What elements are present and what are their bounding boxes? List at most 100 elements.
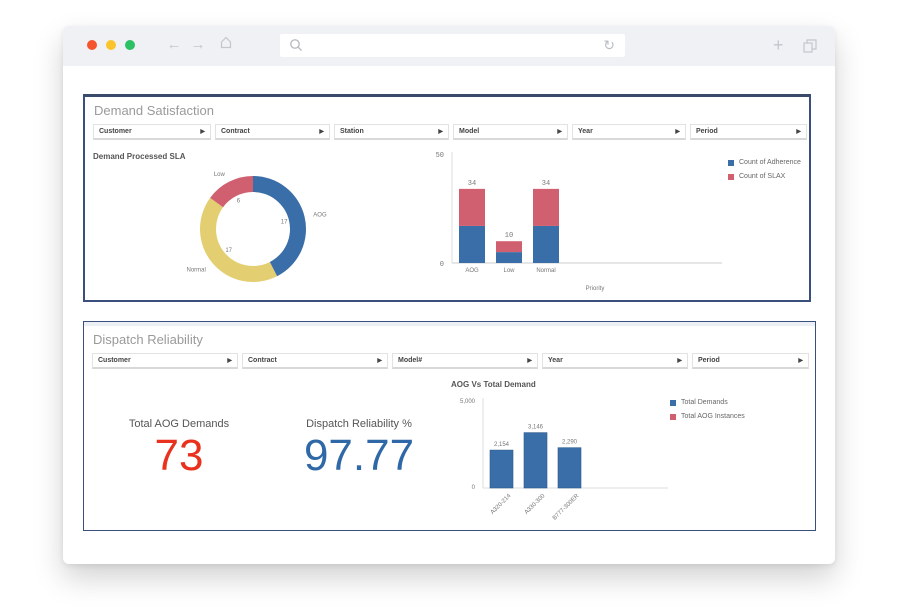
bar-value-label: 2,154 — [494, 442, 510, 448]
x-tick-label: A330-300 — [524, 493, 547, 516]
donut-slice-aog — [253, 176, 306, 277]
caret-right-icon: ▶ — [377, 358, 382, 364]
filter-period[interactable]: Period ▶ — [692, 353, 809, 369]
filter-bar: Customer ▶ Contract ▶ Station ▶ Model ▶ Year… — [93, 124, 807, 140]
filter-label: Period — [696, 128, 718, 135]
y-tick-label: 0 — [440, 261, 444, 269]
donut-chart: 17 AOG 17 Normal 6 Low — [187, 172, 327, 282]
bar-total-demands — [489, 449, 514, 489]
bar-chart-title: AOG Vs Total Demand — [451, 380, 536, 389]
back-arrow-icon[interactable]: ← — [166, 36, 182, 54]
reload-icon[interactable]: ↻ — [603, 37, 615, 54]
kpi-total-aog-demands: Total AOG Demands 73 — [109, 418, 249, 482]
close-window-button[interactable] — [87, 40, 97, 50]
legend-swatch — [728, 173, 734, 180]
stacked-bar-chart: 0 50 34 AOG 10 Low 34 Normal Priority — [436, 152, 722, 292]
browser-toolbar: ← → ↻ + — [63, 26, 835, 66]
new-tab-plus-icon[interactable]: + — [773, 35, 784, 55]
filter-customer[interactable]: Customer ▶ — [93, 124, 211, 140]
address-bar[interactable]: ↻ — [280, 34, 625, 57]
y-tick-label: 0 — [472, 485, 476, 491]
donut-slice-normal — [200, 197, 278, 282]
legend-item[interactable]: Total Demands — [670, 399, 745, 406]
donut-value-label: 17 — [225, 248, 232, 254]
panel-toolbar-strip — [84, 322, 815, 326]
x-axis-title: Priority — [586, 286, 605, 292]
legend-swatch — [728, 159, 734, 166]
donut-category-label: Normal — [187, 267, 206, 273]
filter-label: Model — [459, 128, 480, 135]
panel-title: Demand Satisfaction — [94, 103, 214, 118]
x-tick-label: B777-300ER — [552, 493, 581, 522]
maximize-window-button[interactable] — [125, 40, 135, 50]
legend-label: Total Demands — [681, 399, 728, 406]
legend-item[interactable]: Total AOG Instances — [670, 413, 745, 420]
x-tick-label: Normal — [536, 268, 555, 274]
bar-total-demands — [557, 447, 582, 489]
filter-label: Contract — [221, 128, 250, 135]
caret-right-icon: ▶ — [438, 129, 443, 135]
bar-total-label: 34 — [542, 180, 550, 188]
caret-right-icon: ▶ — [557, 129, 562, 135]
demand-satisfaction-panel: Demand Satisfaction Customer ▶ Contract ▶ … — [83, 94, 811, 302]
kpi-label: Dispatch Reliability % — [306, 418, 412, 430]
kpi-value: 97.77 — [303, 431, 415, 480]
tabs-overview-icon[interactable] — [803, 37, 817, 57]
donut-chart-title: Demand Processed SLA — [93, 152, 186, 161]
browser-window: ← → ↻ + Demand Satisfaction Customer ▶ Co… — [63, 26, 835, 564]
caret-right-icon: ▶ — [200, 129, 205, 135]
bar-segment-count-of-slax — [533, 188, 559, 226]
filter-model[interactable]: Model ▶ — [453, 124, 568, 140]
bar-total-label: 34 — [468, 180, 476, 188]
bar-segment-count-of-slax — [459, 188, 485, 226]
bar-total-demands — [523, 432, 548, 489]
filter-customer[interactable]: Customer ▶ — [92, 353, 238, 369]
x-tick-label: A320-214 — [490, 493, 513, 516]
bar-value-label: 3,146 — [528, 425, 544, 431]
y-tick-label: 50 — [436, 152, 444, 160]
home-icon[interactable] — [218, 36, 234, 54]
x-tick-label: AOG — [465, 268, 479, 274]
bar-chart-legend: Total Demands Total AOG Instances — [670, 399, 745, 427]
panel-title: Dispatch Reliability — [93, 332, 203, 347]
filter-label: Customer — [99, 128, 132, 135]
filter-year[interactable]: Year ▶ — [572, 124, 686, 140]
caret-right-icon: ▶ — [677, 358, 682, 364]
bar-value-label: 2,290 — [562, 440, 578, 446]
filter-label: Contract — [248, 357, 277, 364]
caret-right-icon: ▶ — [527, 358, 532, 364]
filter-contract[interactable]: Contract ▶ — [215, 124, 330, 140]
filter-period[interactable]: Period ▶ — [690, 124, 807, 140]
filter-model[interactable]: Model# ▶ — [392, 353, 538, 369]
legend-item[interactable]: Count of SLAX — [728, 173, 801, 180]
kpi-value: 73 — [154, 431, 204, 480]
caret-right-icon: ▶ — [798, 358, 803, 364]
caret-right-icon: ▶ — [675, 129, 680, 135]
kpi-dispatch-reliability: Dispatch Reliability % 97.77 — [279, 418, 439, 482]
donut-category-label: Low — [214, 172, 226, 178]
x-tick-label: Low — [503, 268, 515, 274]
filter-label: Customer — [98, 357, 131, 364]
filter-contract[interactable]: Contract ▶ — [242, 353, 388, 369]
aog-vs-total-demand-chart: 5,000 0 2,154 A320-214 3,146 A330-300 2,290 B77… — [460, 398, 668, 522]
filter-label: Year — [548, 357, 563, 364]
bar-segment-count-of-adherence — [459, 225, 485, 263]
legend-label: Count of Adherence — [739, 159, 801, 166]
filter-label: Model# — [398, 357, 423, 364]
filter-station[interactable]: Station ▶ — [334, 124, 449, 140]
stacked-chart-legend: Count of Adherence Count of SLAX — [728, 159, 801, 187]
minimize-window-button[interactable] — [106, 40, 116, 50]
legend-item[interactable]: Count of Adherence — [728, 159, 801, 166]
forward-arrow-icon[interactable]: → — [190, 36, 206, 54]
donut-category-label: AOG — [313, 213, 327, 219]
filter-bar: Customer ▶ Contract ▶ Model# ▶ Year ▶ Period… — [92, 353, 809, 369]
legend-swatch — [670, 399, 676, 406]
kpi-label: Total AOG Demands — [128, 418, 230, 430]
filter-year[interactable]: Year ▶ — [542, 353, 688, 369]
donut-value-label: 17 — [281, 220, 288, 226]
filter-label: Year — [578, 128, 593, 135]
legend-label: Total AOG Instances — [681, 413, 745, 420]
y-tick-label: 5,000 — [460, 399, 476, 405]
caret-right-icon: ▶ — [319, 129, 324, 135]
filter-label: Period — [698, 357, 720, 364]
